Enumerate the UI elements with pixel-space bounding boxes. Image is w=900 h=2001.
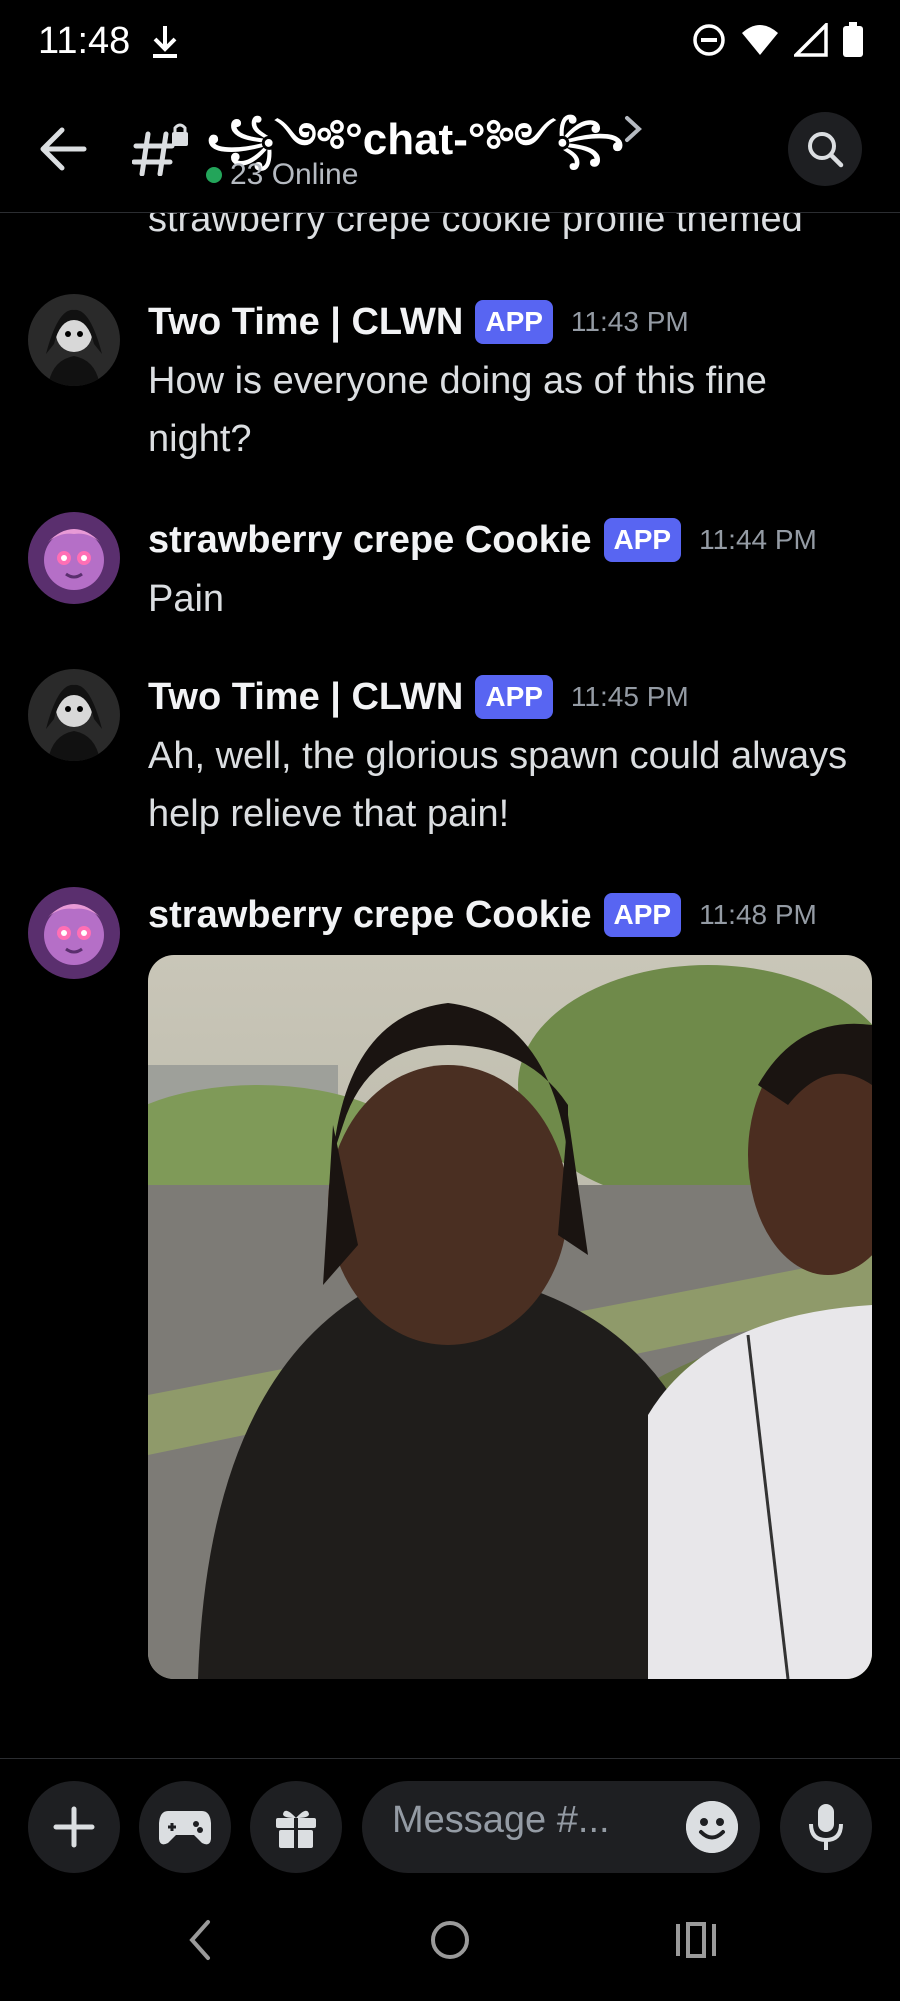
- message-text: How is everyone doing as of this fine ni…: [148, 360, 767, 460]
- timestamp: 11:48 PM: [699, 899, 817, 930]
- avatar[interactable]: [28, 669, 120, 761]
- locked-channel-icon: [132, 123, 188, 176]
- author-name[interactable]: Two Time | CLWN: [148, 301, 463, 344]
- battery-icon: [843, 22, 863, 57]
- online-dot: [206, 167, 222, 183]
- channel-header: ꧁༺°chat-°༻꧂ 23 Online: [0, 84, 900, 213]
- gift-icon: [276, 1810, 316, 1848]
- microphone-icon: [809, 1804, 843, 1850]
- plus-icon: [53, 1806, 95, 1848]
- message-input[interactable]: Message #...: [362, 1781, 760, 1873]
- gamepad-icon: [159, 1811, 211, 1845]
- avatar[interactable]: [28, 887, 120, 979]
- dnd-icon: [693, 24, 725, 56]
- gift-button[interactable]: [250, 1781, 342, 1873]
- app-badge: APP: [603, 893, 682, 937]
- message-input-placeholder: Message #...: [392, 1799, 610, 1841]
- system-nav-bar: [0, 1884, 900, 2001]
- timestamp: 11:43 PM: [570, 306, 689, 337]
- author-name[interactable]: strawberry crepe Cookie: [148, 894, 592, 937]
- wifi-icon: [742, 25, 778, 55]
- timestamp: 11:45 PM: [570, 681, 689, 712]
- app-badge: APP: [475, 675, 553, 719]
- message-composer: Message #...: [0, 1758, 900, 1885]
- nav-back-icon[interactable]: [184, 1916, 214, 1964]
- online-text: 23 Online: [230, 158, 359, 191]
- emoji-icon[interactable]: [686, 1801, 738, 1853]
- signal-icon: [794, 23, 828, 57]
- search-icon: [808, 132, 844, 168]
- chevron-right-icon[interactable]: [622, 114, 644, 144]
- download-icon: [153, 26, 177, 58]
- message-text: Pain: [148, 578, 225, 620]
- avatar[interactable]: [28, 294, 120, 386]
- app-badge: APP: [475, 300, 553, 344]
- avatar[interactable]: [28, 512, 120, 604]
- author-name[interactable]: Two Time | CLWN: [148, 676, 463, 719]
- status-bar: 11:48: [0, 0, 900, 84]
- voice-message-button[interactable]: [780, 1781, 872, 1873]
- author-name[interactable]: strawberry crepe Cookie: [148, 519, 592, 562]
- online-count: 23 Online: [206, 158, 358, 192]
- message-list[interactable]: strawberry crepe cookie profile themed T…: [0, 180, 900, 1758]
- timestamp: 11:44 PM: [699, 524, 817, 555]
- activities-button[interactable]: [139, 1781, 231, 1873]
- app-badge: APP: [603, 518, 682, 562]
- nav-recents-icon[interactable]: [674, 1916, 718, 1964]
- back-arrow-icon[interactable]: [38, 126, 88, 172]
- search-button[interactable]: [788, 112, 862, 186]
- nav-home-icon[interactable]: [428, 1916, 472, 1964]
- add-attachment-button[interactable]: [28, 1781, 120, 1873]
- status-time: 11:48: [38, 20, 131, 62]
- channel-name[interactable]: ꧁༺°chat-°༻꧂: [206, 90, 625, 214]
- image-attachment[interactable]: [148, 955, 872, 1679]
- message-text: Ah, well, the glorious spawn could alway…: [148, 735, 848, 835]
